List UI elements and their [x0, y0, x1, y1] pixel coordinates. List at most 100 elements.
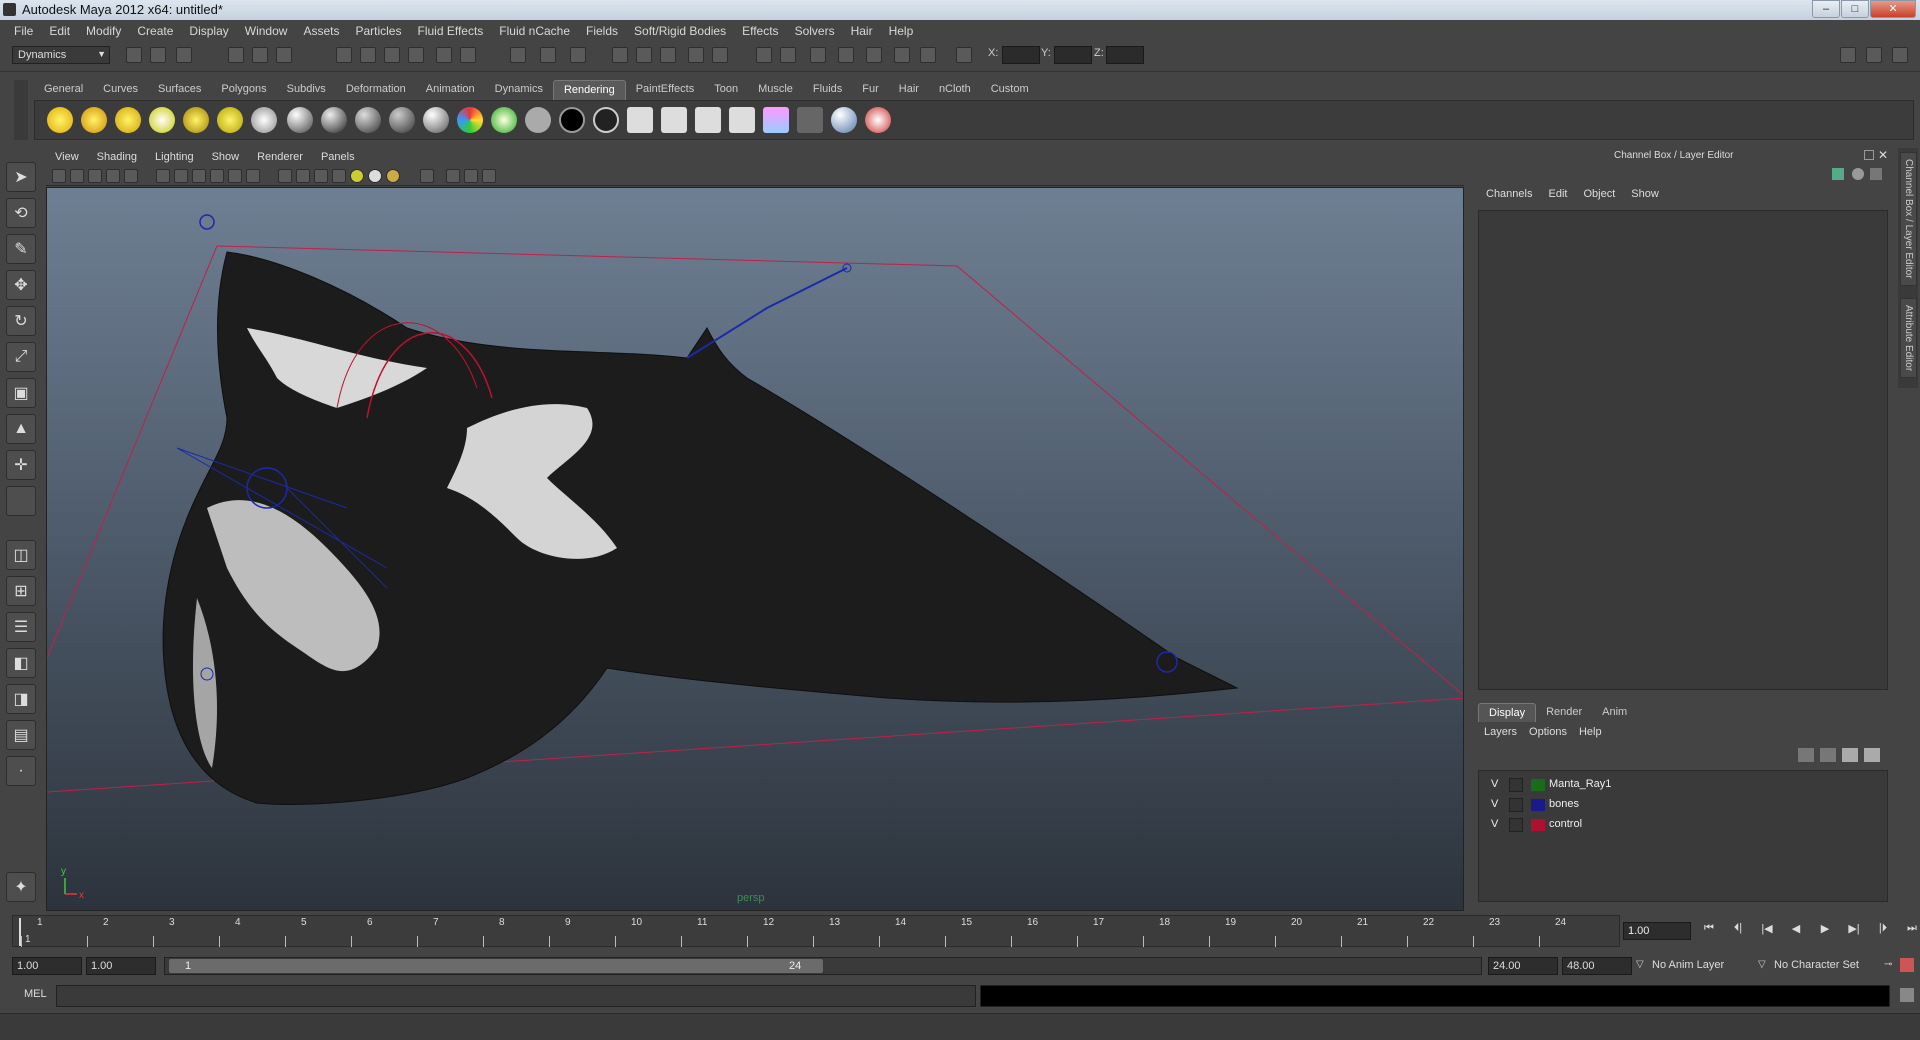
- transform-box-icon[interactable]: [866, 47, 882, 63]
- render-view-icon[interactable]: [688, 47, 704, 63]
- vp-menu-show[interactable]: Show: [203, 150, 249, 168]
- two-d-pan-icon[interactable]: [124, 169, 138, 183]
- four-view-layout-icon[interactable]: ⊞: [6, 576, 36, 606]
- shelf-tab-surfaces[interactable]: Surfaces: [148, 80, 211, 100]
- close-button[interactable]: ✕: [1870, 0, 1916, 18]
- ramp-shader-icon[interactable]: [457, 107, 483, 133]
- key-icon[interactable]: ⊸: [1884, 959, 1892, 970]
- move-layer-up-icon[interactable]: [1798, 748, 1814, 762]
- toggle-attribute-editor-icon[interactable]: [1840, 47, 1856, 63]
- phong-material-icon[interactable]: [389, 107, 415, 133]
- graph-editor-layout-icon[interactable]: ◧: [6, 648, 36, 678]
- cb-menu-channels[interactable]: Channels: [1478, 188, 1540, 200]
- menu-effects[interactable]: Effects: [734, 24, 786, 38]
- xray-icon[interactable]: [446, 169, 460, 183]
- menu-display[interactable]: Display: [181, 24, 236, 38]
- playback-end-field[interactable]: 24.00: [1488, 957, 1558, 975]
- directional-light-icon[interactable]: [81, 107, 107, 133]
- toggle-channel-box-icon[interactable]: [1892, 47, 1908, 63]
- menu-help[interactable]: Help: [881, 24, 922, 38]
- shelf-tab-painteffects[interactable]: PaintEffects: [626, 80, 705, 100]
- snap-point-icon[interactable]: [384, 47, 400, 63]
- command-input[interactable]: [56, 985, 976, 1007]
- blinn-material-icon[interactable]: [321, 107, 347, 133]
- menu-file[interactable]: File: [6, 24, 41, 38]
- z-field[interactable]: [1106, 46, 1144, 64]
- soft-modification-icon[interactable]: ▲: [6, 414, 36, 444]
- share-icon[interactable]: [482, 169, 496, 183]
- show-manipulator-icon[interactable]: ✛: [6, 450, 36, 480]
- layer-tab-display[interactable]: Display: [1478, 703, 1537, 722]
- xray-joints-icon[interactable]: [464, 169, 478, 183]
- unlock-icon[interactable]: [894, 47, 910, 63]
- menu-particles[interactable]: Particles: [347, 24, 409, 38]
- play-forwards-icon[interactable]: ▶: [1812, 922, 1838, 940]
- batch-render-icon[interactable]: [695, 107, 721, 133]
- animation-prefs-icon[interactable]: [1900, 958, 1914, 972]
- new-scene-icon[interactable]: [126, 47, 142, 63]
- snap-curve-icon[interactable]: [360, 47, 376, 63]
- maximize-button[interactable]: □: [1841, 0, 1869, 18]
- cb-menu-object[interactable]: Object: [1575, 188, 1623, 200]
- shelf-tab-fur[interactable]: Fur: [852, 80, 889, 100]
- ipr-render-shelf-icon[interactable]: [661, 107, 687, 133]
- relative-mode-icon[interactable]: [920, 47, 936, 63]
- layer-visibility-toggle[interactable]: V: [1491, 818, 1498, 830]
- hypershade-icon[interactable]: [780, 47, 796, 63]
- manta-ray-body[interactable]: [162, 251, 1239, 805]
- command-language-label[interactable]: MEL: [24, 988, 47, 1000]
- cone-icon[interactable]: [636, 47, 652, 63]
- step-back-key-icon[interactable]: |◀: [1754, 922, 1780, 940]
- toggle-tool-settings-icon[interactable]: [1866, 47, 1882, 63]
- shelf-tab-animation[interactable]: Animation: [416, 80, 485, 100]
- menu-fields[interactable]: Fields: [578, 24, 626, 38]
- step-forward-icon[interactable]: |⏵: [1870, 922, 1896, 940]
- use-all-lights-icon[interactable]: [368, 169, 382, 183]
- new-layer-selected-icon[interactable]: [1864, 748, 1880, 762]
- shelf-tab-polygons[interactable]: Polygons: [211, 80, 276, 100]
- menu-create[interactable]: Create: [129, 24, 181, 38]
- menu-fluid-ncache[interactable]: Fluid nCache: [491, 24, 578, 38]
- more-layouts-icon[interactable]: ·: [6, 756, 36, 786]
- anim-layer-selector[interactable]: No Anim Layer: [1652, 959, 1724, 971]
- attribute-mode-icon[interactable]: [1852, 168, 1864, 180]
- volume-light-icon[interactable]: [217, 107, 243, 133]
- vp-menu-view[interactable]: View: [46, 150, 88, 168]
- y-field[interactable]: [1054, 46, 1092, 64]
- input-line-icon[interactable]: [810, 47, 826, 63]
- point-light-icon[interactable]: [115, 107, 141, 133]
- layer-type-toggle[interactable]: [1509, 798, 1523, 812]
- menu-modify[interactable]: Modify: [78, 24, 129, 38]
- camera-icon[interactable]: [251, 107, 277, 133]
- shadows-icon[interactable]: [386, 169, 400, 183]
- go-to-start-icon[interactable]: ⏮: [1696, 922, 1722, 940]
- wireframe-icon[interactable]: [278, 169, 292, 183]
- shelf-tab-deformation[interactable]: Deformation: [336, 80, 416, 100]
- shelf-tab-hair[interactable]: Hair: [889, 80, 929, 100]
- perspective-viewport[interactable]: y x persp: [46, 187, 1464, 911]
- vp-menu-renderer[interactable]: Renderer: [248, 150, 312, 168]
- layer-row[interactable]: V bones: [1479, 795, 1887, 815]
- character-set-selector[interactable]: No Character Set: [1774, 959, 1859, 971]
- channel-box-area[interactable]: [1478, 210, 1888, 690]
- layer-menu-options[interactable]: Options: [1523, 726, 1573, 738]
- layered-shader-icon[interactable]: [593, 107, 619, 133]
- x-field[interactable]: [1002, 46, 1040, 64]
- cb-menu-edit[interactable]: Edit: [1540, 188, 1575, 200]
- play-backwards-icon[interactable]: ◀: [1783, 922, 1809, 940]
- hypershade-layout-icon[interactable]: ◨: [6, 684, 36, 714]
- vp-menu-panels[interactable]: Panels: [312, 150, 364, 168]
- chevron-down-icon[interactable]: ▽: [1758, 959, 1766, 970]
- snap-grid-icon[interactable]: [336, 47, 352, 63]
- smooth-shade-icon[interactable]: [296, 169, 310, 183]
- save-scene-icon[interactable]: [176, 47, 192, 63]
- shelf-tab-toon[interactable]: Toon: [704, 80, 748, 100]
- menu-set-selector[interactable]: Dynamics ▼: [12, 46, 110, 64]
- cb-menu-show[interactable]: Show: [1623, 188, 1667, 200]
- use-default-light-icon[interactable]: [350, 169, 364, 183]
- snap-plane-icon[interactable]: [408, 47, 424, 63]
- new-layer-icon[interactable]: [1842, 748, 1858, 762]
- side-tab-channel-box[interactable]: Channel Box / Layer Editor: [1900, 152, 1917, 286]
- step-back-icon[interactable]: ⏴|: [1725, 922, 1751, 940]
- textured-icon[interactable]: [332, 169, 346, 183]
